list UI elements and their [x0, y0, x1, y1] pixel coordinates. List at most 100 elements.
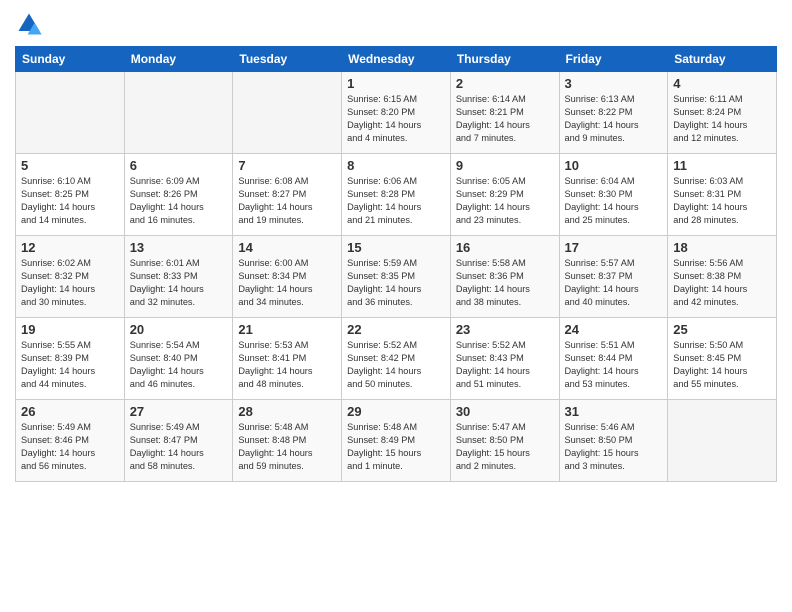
- week-row-4: 19 Sunrise: 5:55 AMSunset: 8:39 PMDayligh…: [16, 318, 777, 400]
- day-number: 16: [456, 240, 554, 255]
- day-info: Sunrise: 5:47 AMSunset: 8:50 PMDaylight:…: [456, 421, 554, 473]
- calendar-cell: [233, 72, 342, 154]
- day-number: 24: [565, 322, 663, 337]
- weekday-header-wednesday: Wednesday: [342, 47, 451, 72]
- calendar-cell: 16 Sunrise: 5:58 AMSunset: 8:36 PMDayligh…: [450, 236, 559, 318]
- week-row-5: 26 Sunrise: 5:49 AMSunset: 8:46 PMDayligh…: [16, 400, 777, 482]
- day-number: 4: [673, 76, 771, 91]
- day-number: 31: [565, 404, 663, 419]
- calendar-cell: 6Sunrise: 6:09 AMSunset: 8:26 PMDaylight…: [124, 154, 233, 236]
- day-info: Sunrise: 5:55 AMSunset: 8:39 PMDaylight:…: [21, 339, 119, 391]
- day-info: Sunrise: 6:11 AMSunset: 8:24 PMDaylight:…: [673, 93, 771, 145]
- header: [15, 10, 777, 38]
- calendar-cell: 19 Sunrise: 5:55 AMSunset: 8:39 PMDayligh…: [16, 318, 125, 400]
- calendar-cell: 10 Sunrise: 6:04 AMSunset: 8:30 PMDayligh…: [559, 154, 668, 236]
- weekday-header-sunday: Sunday: [16, 47, 125, 72]
- day-info: Sunrise: 5:57 AMSunset: 8:37 PMDaylight:…: [565, 257, 663, 309]
- day-number: 12: [21, 240, 119, 255]
- day-number: 3: [565, 76, 663, 91]
- day-number: 6: [130, 158, 228, 173]
- calendar-cell: 18 Sunrise: 5:56 AMSunset: 8:38 PMDayligh…: [668, 236, 777, 318]
- day-number: 21: [238, 322, 336, 337]
- day-number: 23: [456, 322, 554, 337]
- weekday-header-friday: Friday: [559, 47, 668, 72]
- weekday-header-saturday: Saturday: [668, 47, 777, 72]
- day-number: 20: [130, 322, 228, 337]
- day-number: 19: [21, 322, 119, 337]
- calendar-cell: 2 Sunrise: 6:14 AMSunset: 8:21 PMDaylight…: [450, 72, 559, 154]
- day-info: Sunrise: 5:50 AMSunset: 8:45 PMDaylight:…: [673, 339, 771, 391]
- calendar-cell: [124, 72, 233, 154]
- day-info: Sunrise: 5:58 AMSunset: 8:36 PMDaylight:…: [456, 257, 554, 309]
- calendar-cell: 17 Sunrise: 5:57 AMSunset: 8:37 PMDayligh…: [559, 236, 668, 318]
- day-info: Sunrise: 6:06 AMSunset: 8:28 PMDaylight:…: [347, 175, 445, 227]
- day-info: Sunrise: 5:52 AMSunset: 8:42 PMDaylight:…: [347, 339, 445, 391]
- logo: [15, 10, 47, 38]
- calendar-page: SundayMondayTuesdayWednesdayThursdayFrid…: [0, 0, 792, 612]
- calendar-table: SundayMondayTuesdayWednesdayThursdayFrid…: [15, 46, 777, 482]
- calendar-cell: 15 Sunrise: 5:59 AMSunset: 8:35 PMDayligh…: [342, 236, 451, 318]
- calendar-cell: [668, 400, 777, 482]
- day-number: 7: [238, 158, 336, 173]
- day-info: Sunrise: 5:46 AMSunset: 8:50 PMDaylight:…: [565, 421, 663, 473]
- day-info: Sunrise: 5:49 AMSunset: 8:46 PMDaylight:…: [21, 421, 119, 473]
- day-info: Sunrise: 5:49 AMSunset: 8:47 PMDaylight:…: [130, 421, 228, 473]
- day-info: Sunrise: 6:10 AMSunset: 8:25 PMDaylight:…: [21, 175, 119, 227]
- day-info: Sunrise: 6:04 AMSunset: 8:30 PMDaylight:…: [565, 175, 663, 227]
- day-info: Sunrise: 5:56 AMSunset: 8:38 PMDaylight:…: [673, 257, 771, 309]
- day-info: Sunrise: 5:48 AMSunset: 8:49 PMDaylight:…: [347, 421, 445, 473]
- day-number: 27: [130, 404, 228, 419]
- day-info: Sunrise: 5:52 AMSunset: 8:43 PMDaylight:…: [456, 339, 554, 391]
- day-info: Sunrise: 5:48 AMSunset: 8:48 PMDaylight:…: [238, 421, 336, 473]
- day-number: 10: [565, 158, 663, 173]
- calendar-cell: 31 Sunrise: 5:46 AMSunset: 8:50 PMDayligh…: [559, 400, 668, 482]
- calendar-cell: [16, 72, 125, 154]
- day-info: Sunrise: 6:13 AMSunset: 8:22 PMDaylight:…: [565, 93, 663, 145]
- day-number: 28: [238, 404, 336, 419]
- calendar-cell: 8Sunrise: 6:06 AMSunset: 8:28 PMDaylight…: [342, 154, 451, 236]
- calendar-cell: 4 Sunrise: 6:11 AMSunset: 8:24 PMDaylight…: [668, 72, 777, 154]
- day-info: Sunrise: 6:00 AMSunset: 8:34 PMDaylight:…: [238, 257, 336, 309]
- calendar-cell: 13 Sunrise: 6:01 AMSunset: 8:33 PMDayligh…: [124, 236, 233, 318]
- calendar-cell: 5Sunrise: 6:10 AMSunset: 8:25 PMDaylight…: [16, 154, 125, 236]
- day-info: Sunrise: 6:03 AMSunset: 8:31 PMDaylight:…: [673, 175, 771, 227]
- day-number: 18: [673, 240, 771, 255]
- weekday-header-tuesday: Tuesday: [233, 47, 342, 72]
- calendar-cell: 9Sunrise: 6:05 AMSunset: 8:29 PMDaylight…: [450, 154, 559, 236]
- day-number: 14: [238, 240, 336, 255]
- calendar-cell: 24Sunrise: 5:51 AMSunset: 8:44 PMDayligh…: [559, 318, 668, 400]
- week-row-3: 12Sunrise: 6:02 AMSunset: 8:32 PMDayligh…: [16, 236, 777, 318]
- calendar-cell: 28 Sunrise: 5:48 AMSunset: 8:48 PMDayligh…: [233, 400, 342, 482]
- day-number: 1: [347, 76, 445, 91]
- calendar-cell: 30 Sunrise: 5:47 AMSunset: 8:50 PMDayligh…: [450, 400, 559, 482]
- day-number: 17: [565, 240, 663, 255]
- day-info: Sunrise: 5:59 AMSunset: 8:35 PMDaylight:…: [347, 257, 445, 309]
- calendar-cell: 12Sunrise: 6:02 AMSunset: 8:32 PMDayligh…: [16, 236, 125, 318]
- calendar-cell: 11 Sunrise: 6:03 AMSunset: 8:31 PMDayligh…: [668, 154, 777, 236]
- calendar-cell: 22Sunrise: 5:52 AMSunset: 8:42 PMDayligh…: [342, 318, 451, 400]
- calendar-cell: 7Sunrise: 6:08 AMSunset: 8:27 PMDaylight…: [233, 154, 342, 236]
- day-number: 26: [21, 404, 119, 419]
- day-info: Sunrise: 6:14 AMSunset: 8:21 PMDaylight:…: [456, 93, 554, 145]
- day-info: Sunrise: 6:01 AMSunset: 8:33 PMDaylight:…: [130, 257, 228, 309]
- calendar-cell: 20 Sunrise: 5:54 AMSunset: 8:40 PMDayligh…: [124, 318, 233, 400]
- calendar-cell: 1 Sunrise: 6:15 AMSunset: 8:20 PMDaylight…: [342, 72, 451, 154]
- day-info: Sunrise: 5:54 AMSunset: 8:40 PMDaylight:…: [130, 339, 228, 391]
- weekday-header-monday: Monday: [124, 47, 233, 72]
- calendar-cell: 26 Sunrise: 5:49 AMSunset: 8:46 PMDayligh…: [16, 400, 125, 482]
- day-number: 13: [130, 240, 228, 255]
- calendar-cell: 21Sunrise: 5:53 AMSunset: 8:41 PMDayligh…: [233, 318, 342, 400]
- calendar-cell: 29 Sunrise: 5:48 AMSunset: 8:49 PMDayligh…: [342, 400, 451, 482]
- day-number: 25: [673, 322, 771, 337]
- day-number: 29: [347, 404, 445, 419]
- day-info: Sunrise: 6:15 AMSunset: 8:20 PMDaylight:…: [347, 93, 445, 145]
- day-number: 15: [347, 240, 445, 255]
- weekday-header-row: SundayMondayTuesdayWednesdayThursdayFrid…: [16, 47, 777, 72]
- week-row-2: 5Sunrise: 6:10 AMSunset: 8:25 PMDaylight…: [16, 154, 777, 236]
- day-number: 11: [673, 158, 771, 173]
- day-number: 2: [456, 76, 554, 91]
- calendar-cell: 23 Sunrise: 5:52 AMSunset: 8:43 PMDayligh…: [450, 318, 559, 400]
- week-row-1: 1 Sunrise: 6:15 AMSunset: 8:20 PMDaylight…: [16, 72, 777, 154]
- day-number: 9: [456, 158, 554, 173]
- day-number: 30: [456, 404, 554, 419]
